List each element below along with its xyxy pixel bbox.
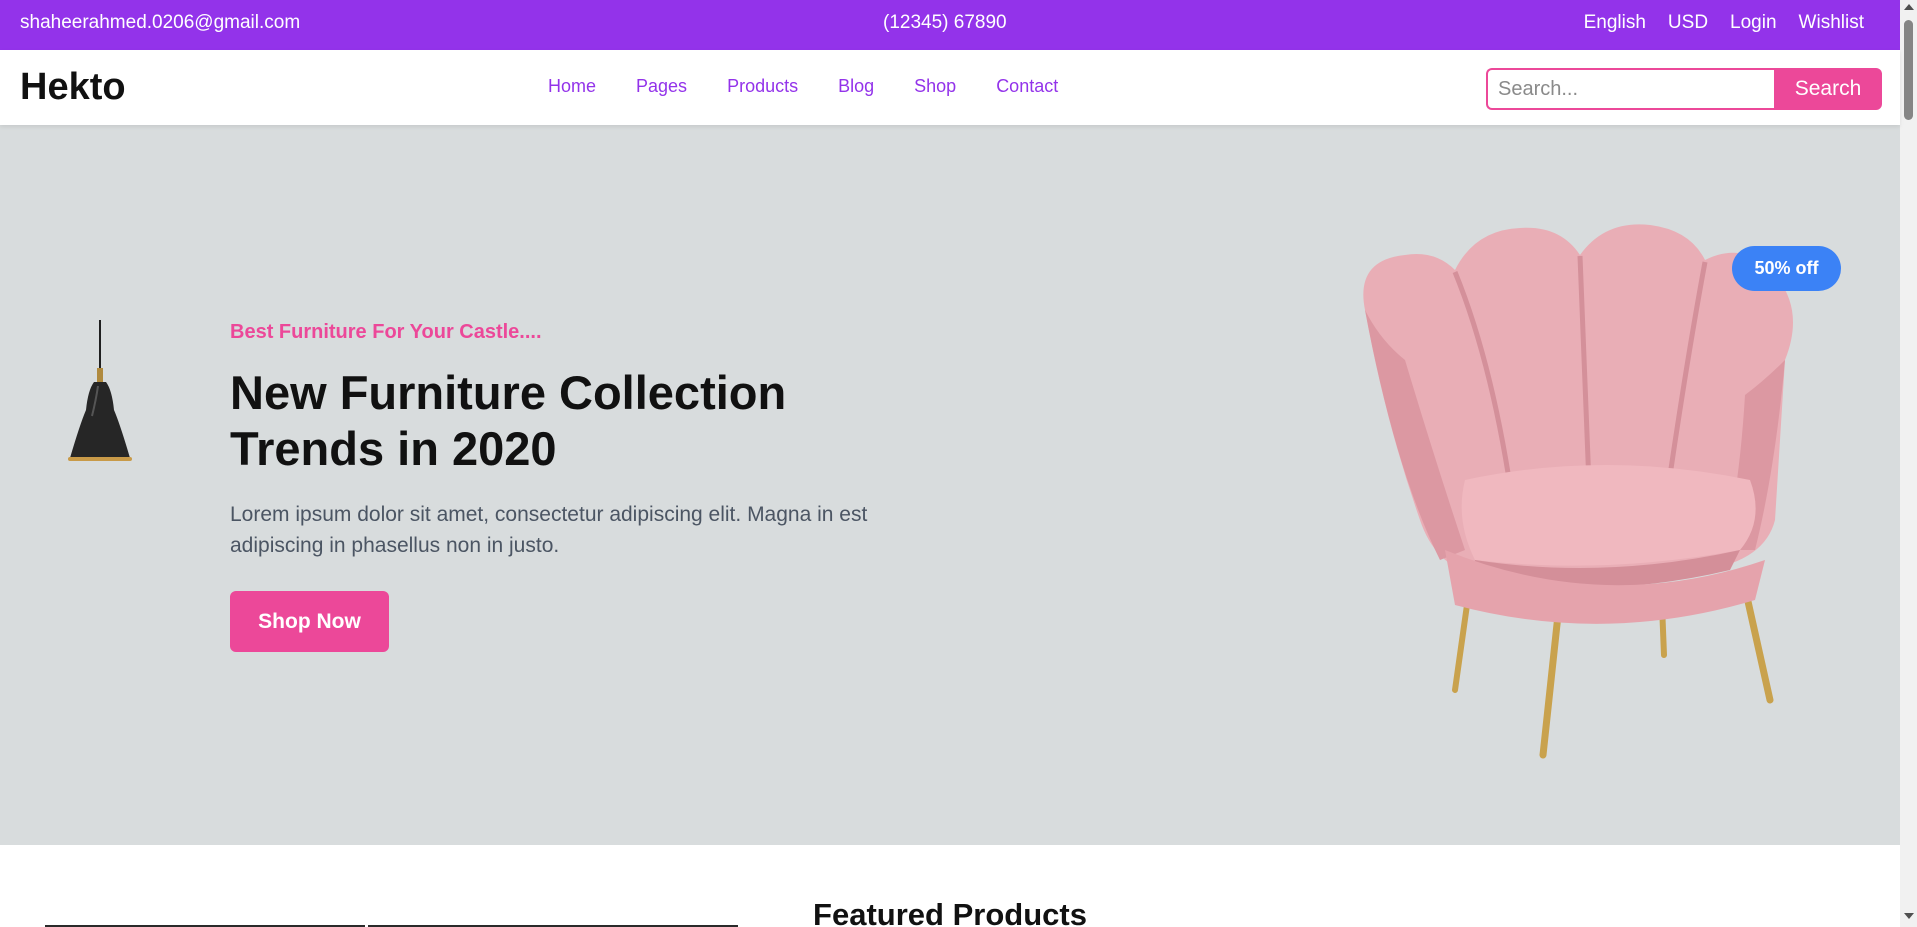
featured-products-title: Featured Products xyxy=(813,897,1087,927)
hero-headline: New Furniture Collection Trends in 2020 xyxy=(230,366,787,475)
currency-selector[interactable]: USD xyxy=(1668,12,1708,34)
brand-logo[interactable]: Hekto xyxy=(20,66,126,109)
nav-link-shop[interactable]: Shop xyxy=(914,76,956,97)
search-form: Search xyxy=(1486,68,1882,110)
pendant-lamp-image xyxy=(68,320,132,461)
scroll-down-icon[interactable] xyxy=(1904,913,1914,919)
top-bar: shaheerahmed.0206@gmail.com (12345) 6789… xyxy=(0,0,1900,50)
contact-email[interactable]: shaheerahmed.0206@gmail.com xyxy=(20,12,300,34)
nav-link-pages[interactable]: Pages xyxy=(636,76,687,97)
search-button[interactable]: Search xyxy=(1774,68,1882,110)
language-selector[interactable]: English xyxy=(1584,12,1646,34)
hero-description: Lorem ipsum dolor sit amet, consectetur … xyxy=(230,503,868,557)
hero-tagline: Best Furniture For Your Castle.... xyxy=(230,321,542,343)
page-scrollbar[interactable] xyxy=(1900,0,1917,927)
discount-badge: 50% off xyxy=(1732,246,1841,291)
nav-link-blog[interactable]: Blog xyxy=(838,76,874,97)
scrollbar-thumb[interactable] xyxy=(1904,20,1913,120)
search-input[interactable] xyxy=(1486,68,1774,110)
featured-products-section: Featured Products xyxy=(0,845,1900,927)
shop-now-button[interactable]: Shop Now xyxy=(230,591,389,652)
contact-phone[interactable]: (12345) 67890 xyxy=(883,12,1007,34)
hero-banner: Best Furniture For Your Castle.... New F… xyxy=(0,125,1900,845)
main-navbar: Hekto Home Pages Products Blog Shop Cont… xyxy=(0,50,1900,125)
nav-link-home[interactable]: Home xyxy=(548,76,596,97)
nav-link-products[interactable]: Products xyxy=(727,76,798,97)
login-link[interactable]: Login xyxy=(1730,12,1777,34)
wishlist-link[interactable]: Wishlist xyxy=(1799,12,1864,34)
scroll-up-icon[interactable] xyxy=(1904,4,1914,10)
top-bar-links: English USD Login Wishlist xyxy=(1584,12,1864,34)
page: shaheerahmed.0206@gmail.com (12345) 6789… xyxy=(0,0,1917,927)
nav-link-contact[interactable]: Contact xyxy=(996,76,1058,97)
pink-armchair-image xyxy=(1363,224,1793,759)
main-nav: Home Pages Products Blog Shop Contact xyxy=(548,76,1058,97)
